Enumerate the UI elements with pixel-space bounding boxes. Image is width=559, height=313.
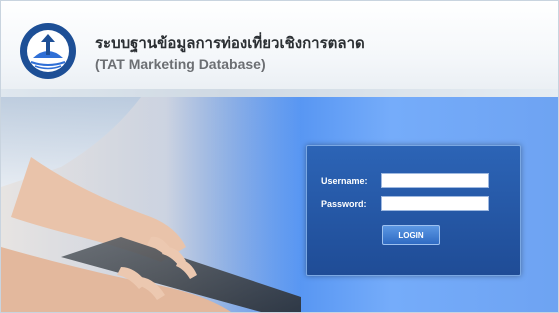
typing-hands-image — [1, 97, 301, 312]
login-panel: Username: Password: LOGIN — [306, 145, 521, 276]
tat-logo-icon — [20, 23, 76, 79]
app-title-english: (TAT Marketing Database) — [95, 56, 266, 72]
username-input[interactable] — [381, 173, 489, 188]
login-button[interactable]: LOGIN — [382, 225, 440, 245]
page-header: ระบบฐานข้อมูลการท่องเที่ยวเชิงการตลาด (T… — [1, 1, 558, 97]
header-divider — [1, 89, 558, 97]
hero-banner: Username: Password: LOGIN — [1, 97, 558, 312]
username-label: Username: — [321, 176, 368, 186]
app-window: ระบบฐานข้อมูลการท่องเที่ยวเชิงการตลาด (T… — [0, 0, 559, 313]
password-label: Password: — [321, 199, 367, 209]
password-input[interactable] — [381, 196, 489, 211]
app-title-thai: ระบบฐานข้อมูลการท่องเที่ยวเชิงการตลาด — [95, 34, 365, 52]
